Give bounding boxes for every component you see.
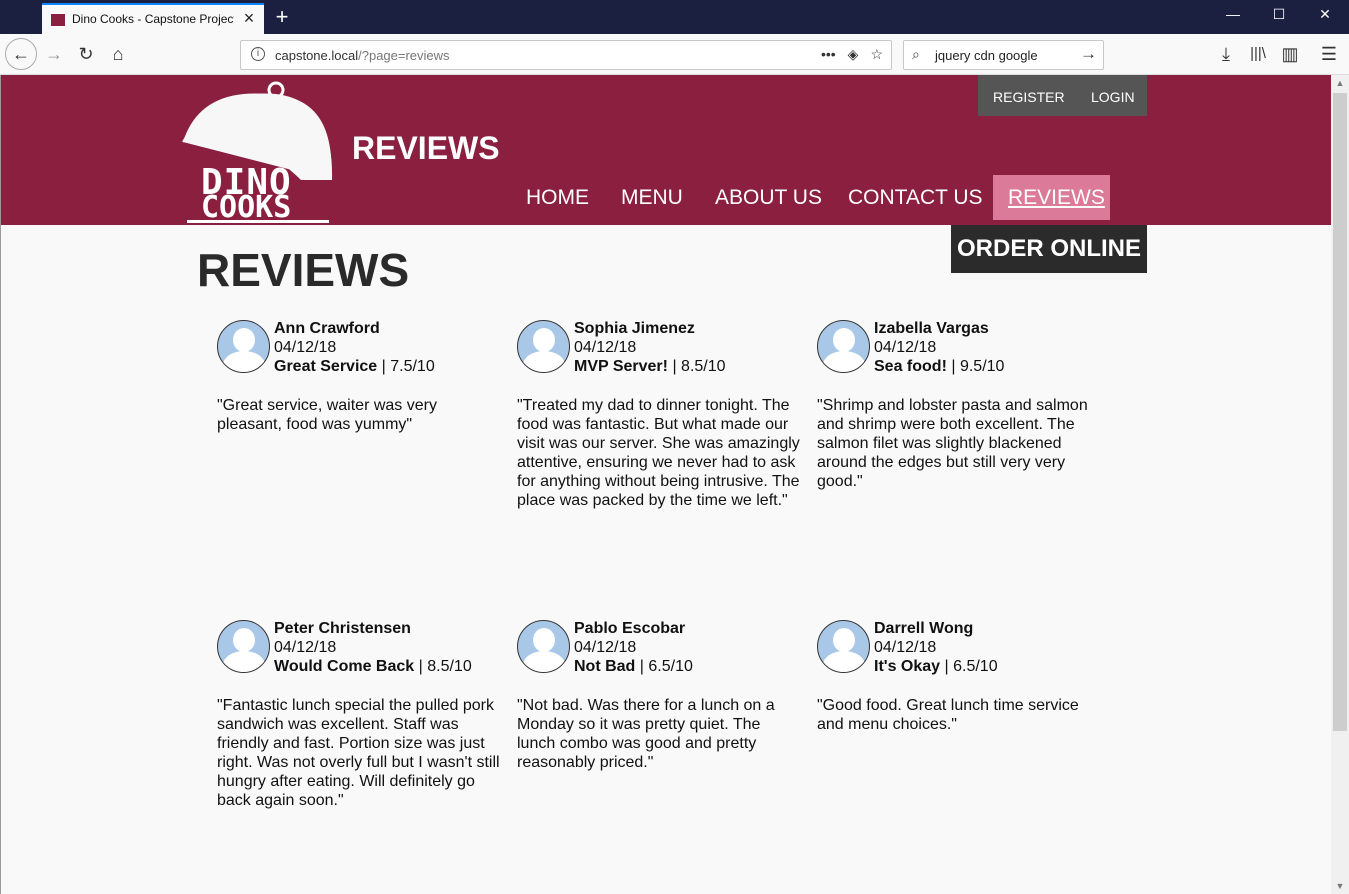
reviewer-name: Sophia Jimenez: [574, 320, 695, 337]
nav-contact-us[interactable]: CONTACT US: [833, 175, 998, 220]
scroll-down-icon[interactable]: ▼: [1331, 878, 1349, 894]
search-bar[interactable]: ⌕ jquery cdn google →: [903, 40, 1104, 70]
menu-icon[interactable]: ☰: [1317, 42, 1341, 66]
review-meta: Ann Crawford 04/12/18 Great Service | 7.…: [274, 319, 435, 376]
reviewer-name: Ann Crawford: [274, 320, 380, 337]
review-date: 04/12/18: [274, 639, 337, 656]
review-date: 04/12/18: [874, 339, 937, 356]
page-viewport: DINO COOKS REVIEWS REGISTER LOGIN HOME M…: [0, 75, 1331, 894]
review-title: Would Come Back: [274, 658, 415, 675]
review-date: 04/12/18: [574, 339, 637, 356]
page-title: REVIEWS: [197, 244, 410, 296]
logo-underline: [187, 220, 329, 223]
scroll-up-icon[interactable]: ▲: [1331, 75, 1349, 91]
order-online-button[interactable]: ORDER ONLINE: [951, 225, 1147, 273]
browser-tab[interactable]: Dino Cooks - Capstone Project ×: [42, 3, 264, 34]
review-date: 04/12/18: [874, 639, 937, 656]
download-icon[interactable]: ⤓: [1214, 42, 1238, 66]
url-host: capstone.local: [275, 48, 359, 63]
sidebar-icon[interactable]: ▥: [1278, 42, 1302, 66]
tab-title: Dino Cooks - Capstone Project: [72, 12, 234, 26]
maximize-icon[interactable]: ☐: [1269, 6, 1289, 23]
nav-menu[interactable]: MENU: [606, 175, 698, 220]
avatar-icon: [517, 320, 570, 373]
reviewer-name: Izabella Vargas: [874, 320, 989, 337]
review-meta: Sophia Jimenez 04/12/18 MVP Server! | 8.…: [574, 319, 726, 376]
page-scrollbar[interactable]: ▲ ▼: [1331, 75, 1349, 894]
review-meta: Peter Christensen 04/12/18 Would Come Ba…: [274, 619, 472, 676]
url-path: /?page=reviews: [358, 48, 450, 63]
review-meta: Darrell Wong 04/12/18 It's Okay | 6.5/10: [874, 619, 998, 676]
review-score: | 6.5/10: [639, 658, 693, 675]
site-header: DINO COOKS REVIEWS REGISTER LOGIN HOME M…: [1, 75, 1331, 225]
review-title: Not Bad: [574, 658, 636, 675]
review-title: It's Okay: [874, 658, 941, 675]
review-meta: Pablo Escobar 04/12/18 Not Bad | 6.5/10: [574, 619, 693, 676]
review-title: Great Service: [274, 358, 378, 375]
review-text: "Great service, waiter was very pleasant…: [217, 397, 437, 433]
review-date: 04/12/18: [574, 639, 637, 656]
search-go-icon[interactable]: →: [1080, 44, 1097, 64]
library-icon[interactable]: |||\: [1246, 42, 1270, 66]
avatar-icon: [517, 620, 570, 673]
pocket-icon[interactable]: ◈: [848, 46, 859, 62]
url-actions: ••• ◈ ☆: [809, 46, 883, 63]
review-date: 04/12/18: [274, 339, 337, 356]
reload-icon[interactable]: ↻: [74, 42, 98, 66]
window-close-icon[interactable]: ✕: [1315, 6, 1335, 23]
review-title: Sea food!: [874, 358, 947, 375]
forward-icon[interactable]: →: [42, 42, 66, 66]
review-text: "Not bad. Was there for a lunch on a Mon…: [517, 697, 775, 771]
reviewer-name: Darrell Wong: [874, 620, 974, 637]
review-score: | 7.5/10: [381, 358, 435, 375]
new-tab-icon[interactable]: +: [272, 4, 292, 30]
home-icon[interactable]: ⌂: [106, 42, 130, 66]
auth-bar: REGISTER LOGIN: [978, 75, 1147, 116]
search-input[interactable]: jquery cdn google: [935, 48, 1038, 63]
review-title: MVP Server!: [574, 358, 668, 375]
nav-reviews[interactable]: REVIEWS: [993, 175, 1110, 220]
avatar-icon: [217, 620, 270, 673]
login-link[interactable]: LOGIN: [1091, 89, 1135, 105]
favicon-icon: [50, 13, 66, 27]
register-link[interactable]: REGISTER: [993, 89, 1065, 105]
review-text: "Good food. Great lunch time service and…: [817, 697, 1079, 733]
review-score: | 6.5/10: [944, 658, 998, 675]
nav-about-us[interactable]: ABOUT US: [700, 175, 837, 220]
back-icon[interactable]: ←: [5, 38, 37, 70]
url-bar[interactable]: i capstone.local/?page=reviews ••• ◈ ☆: [240, 40, 892, 70]
scrollbar-thumb[interactable]: [1333, 93, 1347, 731]
review-text: "Shrimp and lobster pasta and salmon and…: [817, 397, 1088, 490]
site-logo[interactable]: DINO COOKS: [181, 80, 333, 225]
browser-toolbar: ← → ↻ ⌂ i capstone.local/?page=reviews •…: [0, 34, 1349, 75]
review-score: | 8.5/10: [672, 358, 726, 375]
avatar-icon: [217, 320, 270, 373]
review-score: | 8.5/10: [418, 658, 472, 675]
browser-titlebar: Dino Cooks - Capstone Project × + — ☐ ✕: [0, 0, 1349, 34]
info-icon[interactable]: i: [251, 47, 265, 61]
search-icon: ⌕: [912, 46, 920, 62]
url-text[interactable]: capstone.local/?page=reviews: [275, 48, 450, 63]
nav-home[interactable]: HOME: [511, 175, 604, 220]
review-text: "Treated my dad to dinner tonight. The f…: [517, 397, 800, 509]
avatar-icon: [817, 320, 870, 373]
review-score: | 9.5/10: [951, 358, 1005, 375]
avatar-icon: [817, 620, 870, 673]
more-icon[interactable]: •••: [821, 46, 836, 62]
bookmark-star-icon[interactable]: ☆: [870, 46, 883, 62]
reviewer-name: Pablo Escobar: [574, 620, 686, 637]
reviewer-name: Peter Christensen: [274, 620, 411, 637]
review-text: "Fantastic lunch special the pulled pork…: [217, 697, 500, 809]
header-page-title: REVIEWS: [352, 130, 500, 166]
minimize-icon[interactable]: —: [1223, 6, 1243, 22]
review-meta: Izabella Vargas 04/12/18 Sea food! | 9.5…: [874, 319, 1004, 376]
close-tab-icon[interactable]: ×: [240, 8, 258, 29]
